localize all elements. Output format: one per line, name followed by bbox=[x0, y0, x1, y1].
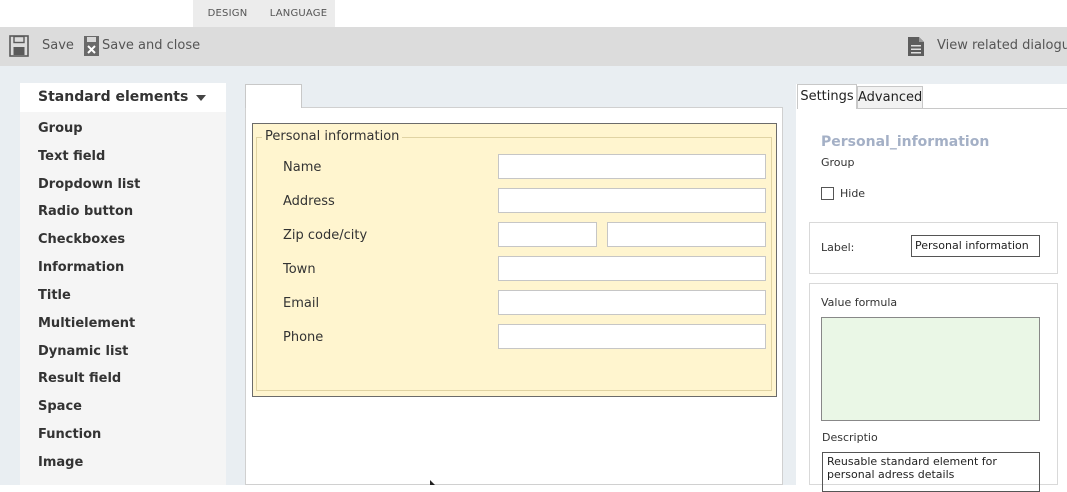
save-and-close-label[interactable]: Save and close bbox=[102, 38, 200, 53]
label-input[interactable]: Personal information bbox=[911, 235, 1040, 257]
canvas-page-tab[interactable] bbox=[245, 84, 302, 108]
town-label: Town bbox=[283, 262, 316, 277]
palette-item-result-field[interactable]: Result field bbox=[38, 371, 121, 386]
palette-title: Standard elements bbox=[38, 89, 189, 105]
element-name: Personal_information bbox=[821, 134, 990, 150]
palette-item-multielement[interactable]: Multielement bbox=[38, 316, 135, 331]
description-caption: Descriptio bbox=[822, 431, 878, 444]
label-caption: Label: bbox=[821, 241, 855, 254]
element-type: Group bbox=[821, 156, 855, 169]
palette-item-function[interactable]: Function bbox=[38, 427, 101, 442]
name-label: Name bbox=[283, 160, 322, 175]
town-input[interactable] bbox=[498, 256, 766, 281]
palette-item-title[interactable]: Title bbox=[38, 288, 71, 303]
palette-item-dropdown-list[interactable]: Dropdown list bbox=[38, 177, 140, 192]
email-input[interactable] bbox=[498, 290, 766, 315]
email-label: Email bbox=[283, 296, 320, 311]
mouse-cursor-icon bbox=[430, 480, 435, 485]
palette-item-dynamic-list[interactable]: Dynamic list bbox=[38, 344, 128, 359]
toolbar: Save Save and close View related dialogu… bbox=[0, 27, 1067, 66]
palette-item-image[interactable]: Image bbox=[38, 455, 83, 470]
view-related-label[interactable]: View related dialogue bbox=[937, 38, 1067, 53]
document-icon bbox=[908, 37, 924, 56]
save-button[interactable] bbox=[9, 35, 29, 57]
tab-language[interactable]: LANGUAGE bbox=[262, 0, 335, 27]
hide-label[interactable]: Hide bbox=[840, 187, 865, 200]
address-label: Address bbox=[283, 194, 335, 209]
value-formula-input[interactable] bbox=[821, 317, 1040, 421]
palette-item-space[interactable]: Space bbox=[38, 399, 82, 414]
phone-input[interactable] bbox=[498, 324, 766, 349]
description-input[interactable]: Reusable standard element for personal a… bbox=[822, 452, 1040, 492]
value-formula-caption: Value formula bbox=[821, 296, 898, 309]
palette-item-information[interactable]: Information bbox=[38, 260, 124, 275]
caret-down-icon[interactable] bbox=[196, 95, 206, 101]
hide-checkbox[interactable] bbox=[821, 187, 834, 200]
view-related-button[interactable] bbox=[907, 36, 925, 57]
tab-advanced[interactable]: Advanced bbox=[857, 86, 923, 109]
tab-divider bbox=[923, 108, 1067, 109]
save-and-close-button[interactable] bbox=[83, 35, 100, 57]
zip-city-label: Zip code/city bbox=[283, 228, 368, 243]
palette-item-radio-button[interactable]: Radio button bbox=[38, 204, 133, 219]
palette-item-group[interactable]: Group bbox=[38, 121, 83, 136]
palette-header[interactable]: Standard elements bbox=[20, 83, 226, 112]
tab-design[interactable]: DESIGN bbox=[193, 0, 262, 27]
element-palette: Standard elements Group Text field Dropd… bbox=[20, 83, 226, 485]
zip-code-input[interactable] bbox=[498, 222, 597, 247]
palette-item-text-field[interactable]: Text field bbox=[38, 149, 105, 164]
floppy-disk-icon bbox=[9, 35, 29, 57]
phone-label: Phone bbox=[283, 330, 324, 345]
palette-item-checkboxes[interactable]: Checkboxes bbox=[38, 232, 125, 247]
tab-strip: DESIGN LANGUAGE bbox=[0, 0, 1067, 27]
city-input[interactable] bbox=[607, 222, 766, 247]
save-label[interactable]: Save bbox=[42, 38, 74, 53]
address-input[interactable] bbox=[498, 188, 766, 213]
name-input[interactable] bbox=[498, 154, 766, 179]
group-title: Personal information bbox=[262, 129, 403, 144]
floppy-disk-close-icon bbox=[84, 36, 99, 56]
tab-settings[interactable]: Settings bbox=[797, 84, 857, 109]
